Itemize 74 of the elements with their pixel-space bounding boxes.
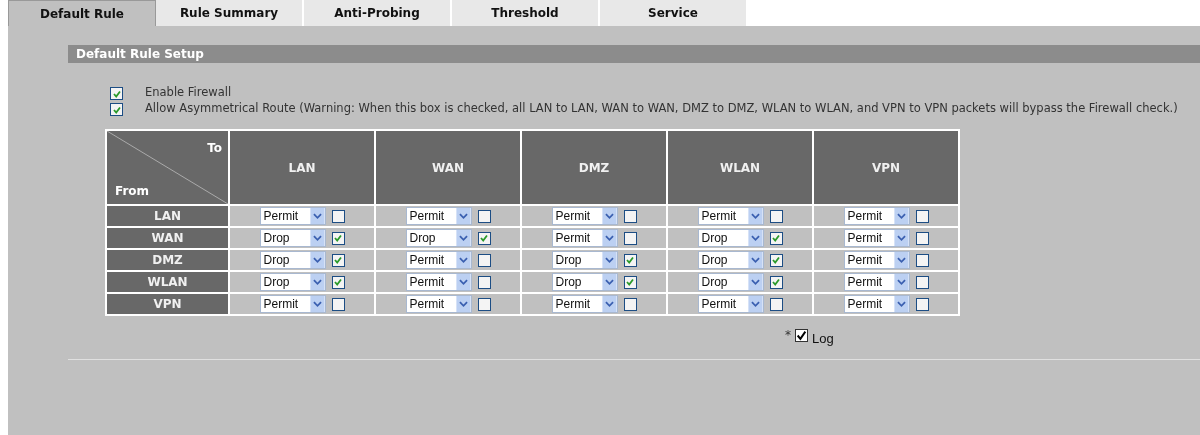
log-checkbox[interactable] xyxy=(623,231,637,245)
checkbox[interactable] xyxy=(110,103,123,116)
log-checkbox[interactable] xyxy=(477,209,491,223)
row-header: DMZ xyxy=(107,250,228,270)
action-dropdown[interactable]: Permit xyxy=(843,229,910,247)
log-checkbox[interactable] xyxy=(915,297,929,311)
log-checkbox[interactable] xyxy=(915,253,929,267)
checkbox[interactable] xyxy=(110,87,123,100)
section-header: Default Rule Setup xyxy=(68,45,1200,63)
tab[interactable]: Threshold xyxy=(452,0,600,26)
action-dropdown[interactable]: Permit xyxy=(551,295,618,313)
row-header: WAN xyxy=(107,228,228,248)
action-dropdown[interactable]: Drop xyxy=(259,273,326,291)
log-checkbox[interactable] xyxy=(623,297,637,311)
log-checkbox[interactable] xyxy=(769,275,783,289)
action-dropdown[interactable]: Permit xyxy=(843,251,910,269)
log-checkbox[interactable] xyxy=(477,253,491,267)
log-checkbox[interactable] xyxy=(331,209,345,223)
legend-label: Log xyxy=(812,330,834,346)
tab[interactable]: Default Rule xyxy=(8,0,156,26)
column-header: VPN xyxy=(814,131,958,204)
action-dropdown[interactable]: Drop xyxy=(697,251,764,269)
tab[interactable]: Anti-Probing xyxy=(304,0,452,26)
log-checkbox[interactable] xyxy=(769,253,783,267)
action-dropdown[interactable]: Permit xyxy=(843,207,910,225)
log-checkbox[interactable] xyxy=(477,275,491,289)
log-checkbox[interactable] xyxy=(623,209,637,223)
action-dropdown[interactable]: Drop xyxy=(259,251,326,269)
action-dropdown[interactable]: Permit xyxy=(405,295,472,313)
log-checkbox[interactable] xyxy=(477,297,491,311)
log-checkbox[interactable] xyxy=(477,231,491,245)
action-dropdown[interactable]: Drop xyxy=(697,273,764,291)
action-dropdown[interactable]: Permit xyxy=(405,251,472,269)
action-dropdown[interactable]: Permit xyxy=(843,295,910,313)
log-checkbox[interactable] xyxy=(769,209,783,223)
action-dropdown[interactable]: Drop xyxy=(551,273,618,291)
log-checkbox[interactable] xyxy=(331,275,345,289)
column-header: WLAN xyxy=(668,131,812,204)
row-header: WLAN xyxy=(107,272,228,292)
action-dropdown[interactable]: Permit xyxy=(843,273,910,291)
log-checkbox[interactable] xyxy=(915,209,929,223)
to-label: To xyxy=(207,141,222,155)
action-dropdown[interactable]: Permit xyxy=(405,207,472,225)
log-checkbox[interactable] xyxy=(331,253,345,267)
column-header: WAN xyxy=(376,131,520,204)
action-dropdown[interactable]: Permit xyxy=(697,295,764,313)
action-dropdown[interactable]: Permit xyxy=(551,207,618,225)
row-header: LAN xyxy=(107,206,228,226)
log-checkbox[interactable] xyxy=(769,231,783,245)
log-checkbox[interactable] xyxy=(769,297,783,311)
action-dropdown[interactable]: Drop xyxy=(259,229,326,247)
log-checkbox[interactable] xyxy=(331,297,345,311)
column-header: LAN xyxy=(230,131,374,204)
option-label: Allow Asymmetrical Route (Warning: When this box is checked, all LAN to LAN, WAN to WAN, DMZ to DMZ, WLAN to WLAN, and VPN to VPN packets will bypass the Firewall check.) xyxy=(145,101,1179,116)
asterisk: * xyxy=(785,328,791,342)
log-checkbox[interactable] xyxy=(915,231,929,245)
action-dropdown[interactable]: Permit xyxy=(259,295,326,313)
tab[interactable]: Service xyxy=(600,0,748,26)
log-checkbox[interactable] xyxy=(915,275,929,289)
from-label: From xyxy=(115,184,150,198)
action-dropdown[interactable]: Permit xyxy=(259,207,326,225)
action-dropdown[interactable]: Permit xyxy=(405,273,472,291)
log-checkbox[interactable] xyxy=(623,253,637,267)
action-dropdown[interactable]: Drop xyxy=(405,229,472,247)
action-dropdown[interactable]: Permit xyxy=(697,207,764,225)
log-checkbox[interactable] xyxy=(331,231,345,245)
action-dropdown[interactable]: Drop xyxy=(697,229,764,247)
column-header: DMZ xyxy=(522,131,666,204)
log-checkbox[interactable] xyxy=(623,275,637,289)
row-header: VPN xyxy=(107,294,228,314)
tab[interactable]: Rule Summary xyxy=(156,0,304,26)
action-dropdown[interactable]: Drop xyxy=(551,251,618,269)
option-label: Enable Firewall xyxy=(145,85,233,100)
action-dropdown[interactable]: Permit xyxy=(551,229,618,247)
